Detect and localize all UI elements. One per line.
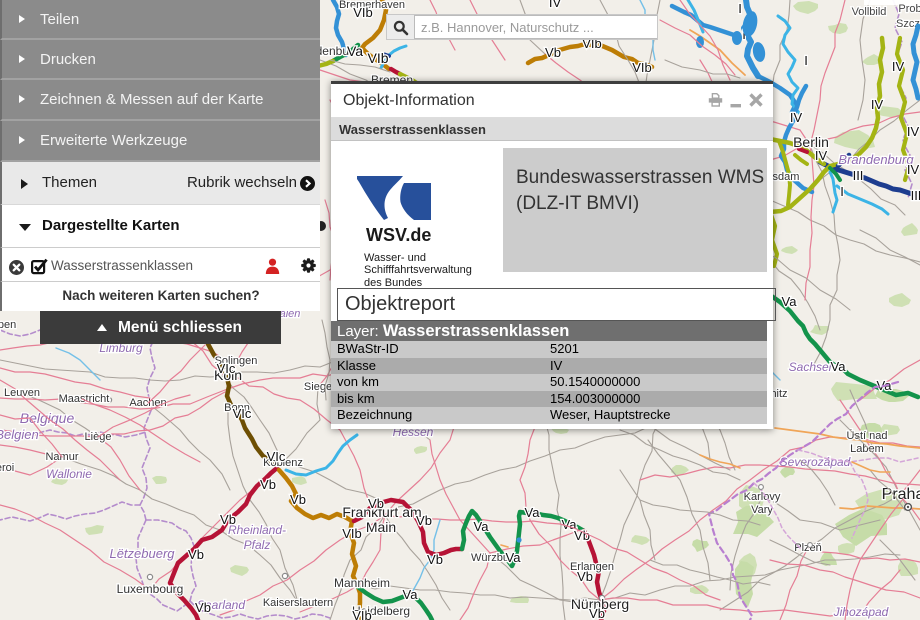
svg-text:VIc: VIc (233, 406, 252, 421)
svg-text:Vb: Vb (368, 496, 384, 511)
svg-text:Wallonie: Wallonie (46, 467, 92, 481)
svg-text:Va: Va (525, 505, 541, 520)
svg-text:Würzbu: Würzbu (471, 552, 509, 564)
svg-text:Va: Va (474, 519, 490, 534)
svg-text:I: I (804, 53, 808, 68)
svg-text:Vb: Vb (188, 547, 204, 562)
svg-text:Kaiserslautern: Kaiserslautern (263, 597, 333, 609)
svg-text:Lëtzebuerg: Lëtzebuerg (109, 546, 175, 561)
svg-text:Vb: Vb (195, 600, 211, 615)
svg-text:VIc: VIc (217, 361, 236, 376)
svg-text:IV: IV (790, 110, 803, 125)
svg-text:pen: pen (0, 319, 16, 331)
svg-text:I: I (840, 184, 844, 199)
svg-text:Maastricht: Maastricht (59, 393, 110, 405)
svg-text:Belgien: Belgien (0, 427, 39, 442)
svg-text:Sachsen: Sachsen (789, 360, 836, 374)
svg-text:Vb: Vb (260, 477, 276, 492)
svg-text:Vollbild: Vollbild (852, 6, 887, 18)
svg-text:hitz: hitz (770, 388, 787, 400)
svg-text:Prob: Prob (898, 3, 920, 15)
svg-text:Vb: Vb (220, 512, 236, 527)
svg-text:Karlovy: Karlovy (744, 491, 781, 503)
svg-text:Siege: Siege (304, 381, 332, 393)
svg-text:Labem: Labem (850, 443, 884, 455)
svg-text:IV: IV (871, 97, 884, 112)
svg-text:Va: Va (782, 294, 798, 309)
svg-text:Pfalz: Pfalz (244, 538, 271, 552)
svg-text:Va: Va (831, 359, 847, 374)
svg-text:Jihozápad: Jihozápad (833, 605, 889, 619)
svg-text:IV: IV (907, 124, 920, 139)
svg-text:VIb: VIb (353, 5, 373, 20)
svg-text:Vb: Vb (589, 606, 605, 620)
svg-text:IV: IV (549, 0, 562, 10)
svg-text:III: III (911, 188, 920, 203)
svg-text:VIb: VIb (342, 526, 362, 541)
svg-text:Vb: Vb (545, 45, 561, 60)
svg-text:Va: Va (506, 550, 522, 565)
svg-text:III: III (853, 168, 864, 183)
svg-text:IV: IV (907, 162, 920, 177)
svg-text:Mannheim: Mannheim (334, 576, 390, 590)
svg-text:IV: IV (815, 148, 828, 163)
svg-text:VIb: VIb (367, 50, 388, 66)
svg-text:sdam: sdam (773, 171, 800, 183)
svg-text:IV: IV (892, 59, 905, 74)
svg-text:Vb: Vb (577, 569, 593, 584)
svg-text:eroi: eroi (0, 462, 14, 474)
svg-text:Brandenburg: Brandenburg (838, 152, 914, 167)
svg-text:Main: Main (366, 519, 396, 535)
svg-text:Luxembourg: Luxembourg (117, 582, 184, 596)
svg-text:Va: Va (347, 43, 363, 59)
svg-text:Leuven: Leuven (4, 387, 40, 399)
svg-text:Vary: Vary (751, 504, 773, 516)
svg-text:VIb: VIb (352, 608, 372, 620)
svg-text:Va: Va (403, 587, 419, 602)
svg-text:I: I (738, 1, 742, 16)
svg-text:Vb: Vb (290, 492, 306, 507)
svg-text:Vb: Vb (427, 552, 443, 567)
svg-text:Vb: Vb (416, 513, 432, 528)
svg-text:Rheinland-: Rheinland- (228, 523, 286, 537)
svg-text:Ústí nad: Ústí nad (847, 429, 888, 442)
svg-text:VIc: VIc (267, 449, 286, 464)
